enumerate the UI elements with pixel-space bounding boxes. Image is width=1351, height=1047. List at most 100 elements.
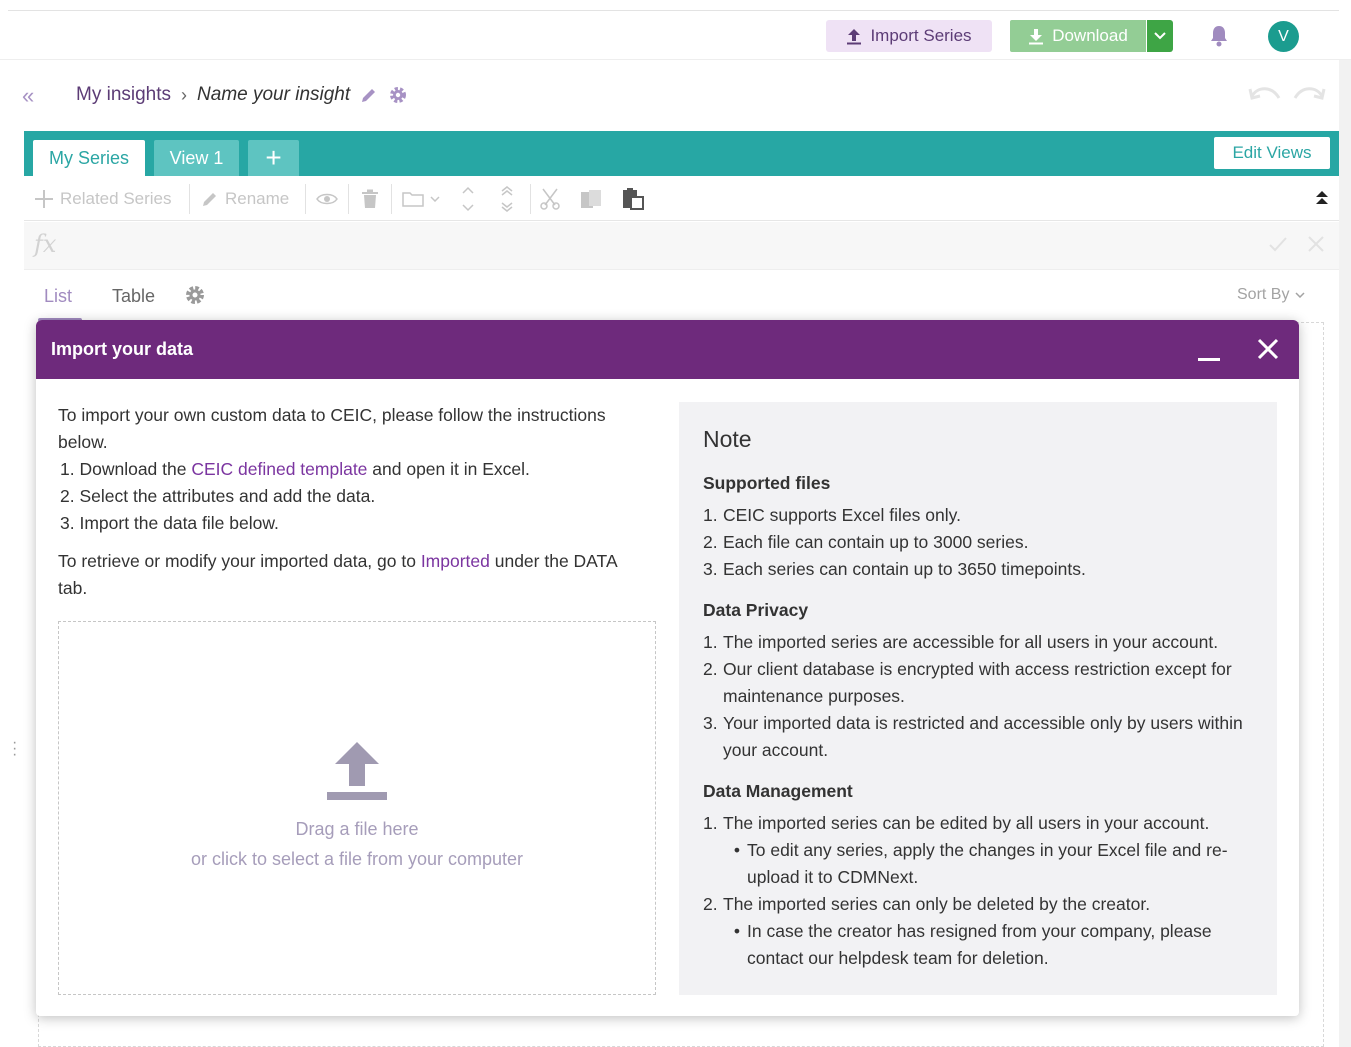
list-text: The imported series can be edited by all… <box>723 813 1210 833</box>
dialog-header: Import your data <box>36 320 1299 379</box>
add-view-button[interactable]: + <box>248 140 299 176</box>
move-up-down-button[interactable] <box>461 176 475 221</box>
insight-settings-button[interactable] <box>388 85 408 105</box>
step-1-text: 1. Download the <box>60 459 192 479</box>
toolbar-divider <box>348 184 349 214</box>
download-options-button[interactable] <box>1147 20 1173 52</box>
list-text: Each file can contain up to 3000 series. <box>723 532 1029 552</box>
upload-icon <box>847 28 862 44</box>
data-privacy-section: Data Privacy 1. The imported series are a… <box>703 597 1263 764</box>
ceic-template-link[interactable]: CEIC defined template <box>191 459 367 479</box>
list-item: 2. The imported series can only be delete… <box>703 891 1263 918</box>
supported-files-section: Supported files 1. CEIC supports Excel fi… <box>703 470 1263 583</box>
rename-button[interactable]: Rename <box>201 176 289 221</box>
list-item: 3. Each series can contain up to 3650 tim… <box>703 556 1263 583</box>
user-avatar[interactable]: V <box>1268 21 1299 52</box>
instructions-intro: To import your own custom data to CEIC, … <box>58 405 606 452</box>
edit-name-button[interactable] <box>360 86 378 104</box>
instruction-step-1: 1. Download the CEIC defined template an… <box>58 456 638 483</box>
bullet-dot: • <box>733 921 741 941</box>
chevron-down-icon <box>1295 292 1305 298</box>
note-title: Note <box>703 426 752 452</box>
move-to-folder-button[interactable] <box>402 176 440 221</box>
pencil-icon <box>203 192 216 206</box>
rename-label: Rename <box>225 188 290 208</box>
edit-views-button[interactable]: Edit Views <box>1214 137 1330 169</box>
related-series-label: Related Series <box>60 188 172 208</box>
list-number: 1. <box>703 813 718 833</box>
cut-button[interactable] <box>540 176 560 221</box>
list-text: The imported series are accessible for a… <box>723 632 1219 652</box>
views-tab-bar: My Series View 1 + Edit Views <box>24 131 1339 176</box>
avatar-initial: V <box>1278 27 1289 45</box>
redo-icon[interactable] <box>1292 84 1326 104</box>
list-item: 3. Your imported data is restricted and a… <box>703 710 1263 764</box>
imported-link[interactable]: Imported <box>421 551 490 571</box>
scissors-icon <box>540 188 560 210</box>
tab-list[interactable]: List <box>44 286 72 307</box>
eye-icon <box>316 193 338 204</box>
formula-bar: fx <box>24 222 1339 270</box>
list-item: 2. Each file can contain up to 3000 serie… <box>703 529 1263 556</box>
collapse-toolbar-button[interactable] <box>1314 188 1330 213</box>
tab-table[interactable]: Table <box>112 286 155 307</box>
drop-zone-title: Drag a file here <box>295 819 419 839</box>
bullet-text: To edit any series, apply the changes in… <box>747 840 1228 887</box>
paste-icon <box>623 187 644 210</box>
toolbar-divider <box>530 184 531 214</box>
copy-icon <box>581 189 601 208</box>
close-icon[interactable] <box>1306 234 1326 254</box>
file-drop-zone[interactable]: Drag a file here or click to select a fi… <box>58 621 656 995</box>
copy-button[interactable] <box>580 176 602 221</box>
notifications-button[interactable] <box>1208 24 1230 48</box>
step-1-text-end: and open it in Excel. <box>367 459 530 479</box>
list-text: CEIC supports Excel files only. <box>723 505 961 525</box>
data-privacy-heading: Data Privacy <box>703 600 809 620</box>
list-item: 1. The imported series are accessible for… <box>703 629 1263 656</box>
bullet-item: • In case the creator has resigned from y… <box>703 918 1263 972</box>
minimize-dialog-button[interactable] <box>1198 358 1220 361</box>
insight-name[interactable]: Name your insight <box>197 84 350 106</box>
download-icon <box>1029 28 1044 44</box>
download-button[interactable]: Download <box>1010 20 1146 52</box>
view-settings-button[interactable] <box>184 284 206 311</box>
gear-icon <box>390 87 407 103</box>
undo-icon[interactable] <box>1248 84 1282 104</box>
plus-icon <box>35 189 53 208</box>
import-series-button[interactable]: Import Series <box>826 20 992 52</box>
supported-files-heading: Supported files <box>703 473 831 493</box>
list-number: 1. <box>703 632 718 652</box>
data-management-section: Data Management 1. The imported series ca… <box>703 778 1263 972</box>
breadcrumb-my-insights[interactable]: My insights <box>76 84 171 106</box>
instruction-step-3: 3. Import the data file below. <box>60 513 279 533</box>
list-number: 2. <box>703 894 718 914</box>
close-dialog-button[interactable] <box>1257 338 1279 365</box>
collapse-sidebar-button[interactable]: « <box>22 83 34 109</box>
import-data-dialog: Import your data To import your own cust… <box>36 320 1299 1016</box>
paste-button[interactable] <box>622 176 644 221</box>
tab-view-1[interactable]: View 1 <box>154 140 239 176</box>
bullet-dot: • <box>733 840 741 860</box>
chevron-up-double-icon <box>1316 191 1328 204</box>
breadcrumb: My insights › Name your insight <box>76 84 408 106</box>
retrieve-text: To retrieve or modify your imported data… <box>58 551 421 571</box>
retrieve-instructions: To retrieve or modify your imported data… <box>58 548 638 602</box>
tab-my-series[interactable]: My Series <box>33 140 145 176</box>
data-management-heading: Data Management <box>703 781 853 801</box>
folder-icon <box>402 191 424 207</box>
list-number: 3. <box>703 713 718 733</box>
list-text: Our client database is encrypted with ac… <box>723 659 1232 706</box>
related-series-button[interactable]: Related Series <box>34 176 172 221</box>
list-item: 2. Our client database is encrypted with … <box>703 656 1263 710</box>
sort-by-dropdown[interactable]: Sort By <box>1237 286 1305 304</box>
move-top-bottom-button[interactable] <box>500 176 514 221</box>
toolbar-divider <box>305 184 306 214</box>
check-icon[interactable] <box>1268 234 1288 254</box>
sort-by-label: Sort By <box>1237 286 1290 303</box>
list-item: 1. The imported series can be edited by a… <box>703 810 1263 837</box>
close-icon <box>1257 338 1279 360</box>
visibility-button[interactable] <box>316 176 338 221</box>
bullet-text: In case the creator has resigned from yo… <box>747 921 1212 968</box>
resize-handle[interactable]: · · · <box>12 735 17 763</box>
delete-button[interactable] <box>361 176 379 221</box>
